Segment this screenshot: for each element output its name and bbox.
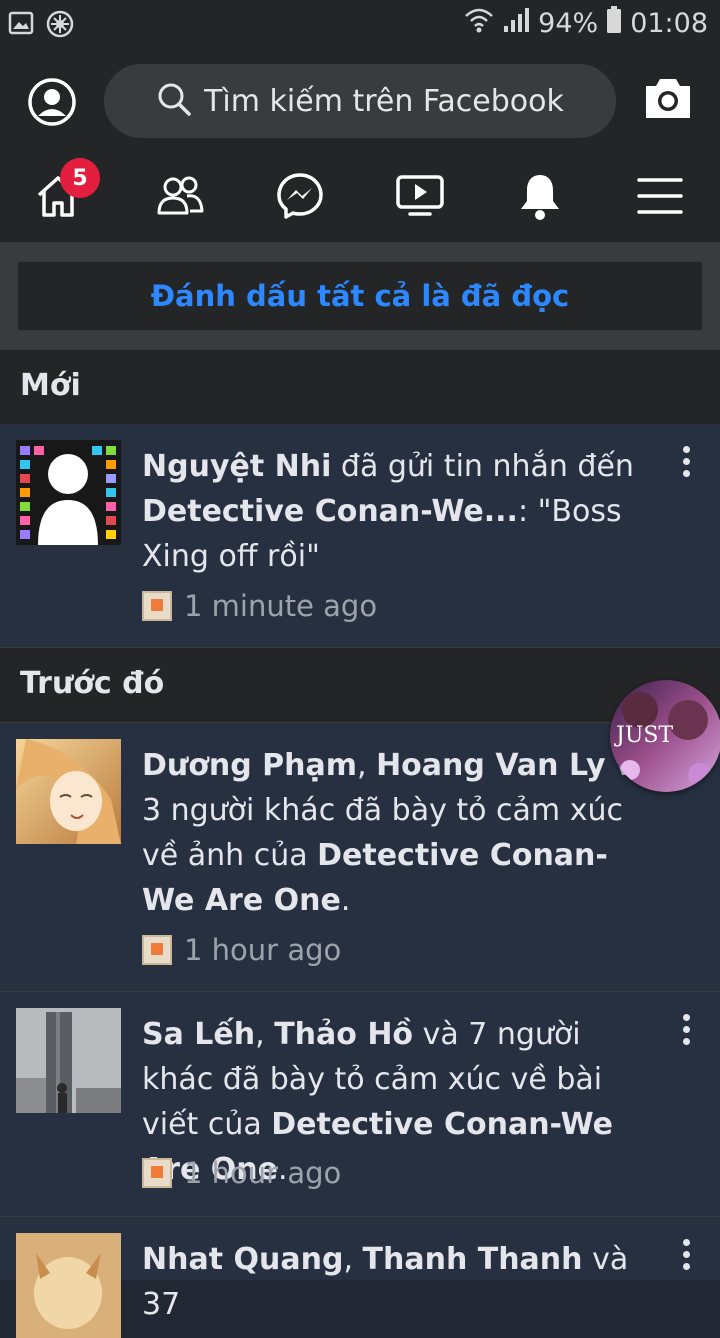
- avatar: [16, 1008, 121, 1113]
- status-bar: 94% 01:08: [0, 0, 720, 48]
- search-icon: [156, 81, 192, 121]
- chat-head-label: JUST: [614, 723, 673, 748]
- notification-text: Nhat Quang, Thanh Thanh và 37: [142, 1242, 629, 1322]
- search-input[interactable]: Tìm kiếm trên Facebook: [104, 64, 616, 138]
- avatar: [16, 739, 121, 844]
- nav-tabs: [0, 148, 720, 242]
- battery-icon: [606, 6, 622, 41]
- notification-time: 1 hour ago: [142, 1156, 341, 1190]
- section-title-earlier: Trước đó: [20, 666, 165, 701]
- notification-text: Dương Phạm, Hoang Van Ly và 3 người khác…: [142, 748, 651, 918]
- notification-item[interactable]: Nguyệt Nhi đã gửi tin nhắn đến Detective…: [0, 424, 720, 648]
- mark-all-read-button[interactable]: Đánh dấu tất cả là đã đọc: [18, 262, 702, 330]
- profile-icon[interactable]: [26, 76, 78, 128]
- home-notification-badge: 5: [60, 158, 100, 198]
- signal-icon: [502, 6, 530, 41]
- messenger-icon[interactable]: [270, 168, 330, 224]
- avatar: [16, 440, 121, 545]
- notification-item[interactable]: Sa Lếh, Thảo Hồ và 7 người khác đã bày t…: [0, 992, 720, 1217]
- clock: 01:08: [630, 8, 708, 39]
- notification-time: 1 minute ago: [142, 589, 377, 623]
- top-header: Tìm kiếm trên Facebook: [0, 48, 720, 148]
- menu-icon[interactable]: [630, 168, 690, 224]
- more-options-icon[interactable]: [676, 446, 696, 486]
- bell-icon[interactable]: [510, 168, 570, 224]
- avatar: [16, 1233, 121, 1338]
- photo-reaction-icon: [142, 1158, 172, 1188]
- section-header-earlier: Trước đó: [0, 648, 720, 723]
- section-header-new: Mới: [0, 350, 720, 425]
- camera-icon[interactable]: [642, 76, 694, 124]
- photo-reaction-icon: [142, 591, 172, 621]
- chat-head-bubble[interactable]: JUST: [610, 680, 720, 792]
- section-title-new: Mới: [20, 368, 81, 403]
- settings-flower-icon: [46, 10, 74, 42]
- battery-percent: 94%: [538, 8, 599, 39]
- friends-icon[interactable]: [150, 168, 210, 224]
- notification-text: Nguyệt Nhi đã gửi tin nhắn đến Detective…: [142, 449, 634, 574]
- watch-icon[interactable]: [390, 168, 450, 224]
- mark-all-bar: Đánh dấu tất cả là đã đọc: [0, 242, 720, 350]
- photo-reaction-icon: [142, 935, 172, 965]
- notification-time: 1 hour ago: [142, 933, 341, 967]
- notification-item[interactable]: Dương Phạm, Hoang Van Ly và 3 người khác…: [0, 723, 720, 992]
- more-options-icon[interactable]: [676, 1239, 696, 1279]
- wifi-icon: [464, 6, 494, 41]
- gallery-icon: [8, 10, 34, 42]
- search-placeholder: Tìm kiếm trên Facebook: [204, 83, 564, 119]
- notification-item[interactable]: Nhat Quang, Thanh Thanh và 37: [0, 1217, 720, 1338]
- more-options-icon[interactable]: [676, 1014, 696, 1054]
- mark-all-read-label: Đánh dấu tất cả là đã đọc: [150, 279, 570, 313]
